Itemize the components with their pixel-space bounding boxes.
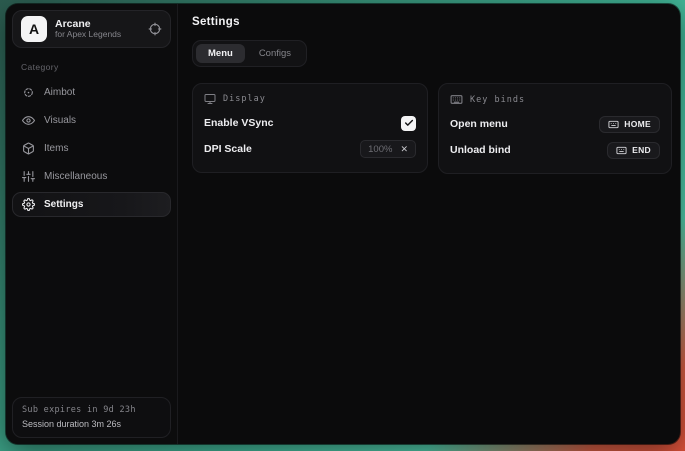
subscription-status-card: Sub expires in 9d 23h Session duration 3… xyxy=(12,397,171,438)
tab-configs[interactable]: Configs xyxy=(247,44,303,63)
display-card: Display Enable VSync DPI Scale xyxy=(192,83,428,173)
main-content: Settings Menu Configs Display xyxy=(178,4,680,444)
monitor-icon xyxy=(204,93,216,105)
open-menu-key: HOME xyxy=(624,119,651,129)
open-menu-label: Open menu xyxy=(450,118,508,130)
dpi-scale-value: 100% xyxy=(368,144,392,155)
sub-expiry-text: Sub expires in 9d 23h xyxy=(22,405,161,415)
dpi-row: DPI Scale 100% ✕ xyxy=(204,137,416,161)
sidebar-nav: Aimbot Visuals xyxy=(12,80,171,217)
display-card-header: Display xyxy=(204,93,416,105)
clear-icon[interactable]: ✕ xyxy=(400,145,408,154)
settings-cards: Display Enable VSync DPI Scale xyxy=(192,83,672,174)
keybinds-card-title: Key binds xyxy=(470,95,525,105)
dpi-scale-input[interactable]: 100% ✕ xyxy=(360,140,416,158)
unload-key: END xyxy=(632,145,651,155)
vsync-row: Enable VSync xyxy=(204,111,416,135)
sidebar-item-label: Items xyxy=(44,143,68,154)
crosshair-icon xyxy=(22,86,35,99)
app-window: A Arcane for Apex Legends Category xyxy=(6,4,680,444)
open-menu-keybind-button[interactable]: HOME xyxy=(599,116,660,133)
page-title: Settings xyxy=(192,16,672,28)
app-brand-card: A Arcane for Apex Legends xyxy=(12,10,171,48)
unload-bind-row: Unload bind END xyxy=(450,138,660,162)
sliders-icon xyxy=(22,170,35,183)
eye-icon xyxy=(22,114,35,127)
open-menu-row: Open menu HOME xyxy=(450,112,660,136)
unload-keybind-button[interactable]: END xyxy=(607,142,660,159)
sidebar-spacer xyxy=(12,217,171,397)
unload-bind-label: Unload bind xyxy=(450,144,511,156)
dpi-label: DPI Scale xyxy=(204,143,252,155)
sidebar-item-settings[interactable]: Settings xyxy=(12,192,171,217)
keybinds-card-header: Key binds xyxy=(450,93,660,106)
checkmark-icon xyxy=(404,118,414,128)
desktop-background: A Arcane for Apex Legends Category xyxy=(0,0,685,451)
sidebar-item-label: Visuals xyxy=(44,115,76,126)
keyboard-icon xyxy=(616,145,627,156)
sidebar-item-items[interactable]: Items xyxy=(12,136,171,161)
sidebar-item-label: Aimbot xyxy=(44,87,75,98)
display-card-title: Display xyxy=(223,94,266,104)
sidebar: A Arcane for Apex Legends Category xyxy=(6,4,178,444)
sidebar-item-visuals[interactable]: Visuals xyxy=(12,108,171,133)
sidebar-item-label: Settings xyxy=(44,199,83,210)
app-brand-text: Arcane for Apex Legends xyxy=(55,18,140,40)
settings-tabs: Menu Configs xyxy=(192,40,307,67)
keybinds-card: Key binds Open menu HOME Unload bind xyxy=(438,83,672,174)
sidebar-item-miscellaneous[interactable]: Miscellaneous xyxy=(12,164,171,189)
sidebar-category-label: Category xyxy=(21,62,171,72)
vsync-label: Enable VSync xyxy=(204,117,273,129)
keyboard-icon xyxy=(450,93,463,106)
sidebar-item-label: Miscellaneous xyxy=(44,171,107,182)
box-icon xyxy=(22,142,35,155)
session-duration-text: Session duration 3m 26s xyxy=(22,419,161,429)
support-crosshair-icon[interactable] xyxy=(148,22,162,36)
sidebar-item-aimbot[interactable]: Aimbot xyxy=(12,80,171,105)
tab-menu[interactable]: Menu xyxy=(196,44,245,63)
gear-icon xyxy=(22,198,35,211)
vsync-checkbox[interactable] xyxy=(401,116,416,131)
keyboard-icon xyxy=(608,119,619,130)
app-subtitle: for Apex Legends xyxy=(55,30,140,40)
app-logo: A xyxy=(21,16,47,42)
